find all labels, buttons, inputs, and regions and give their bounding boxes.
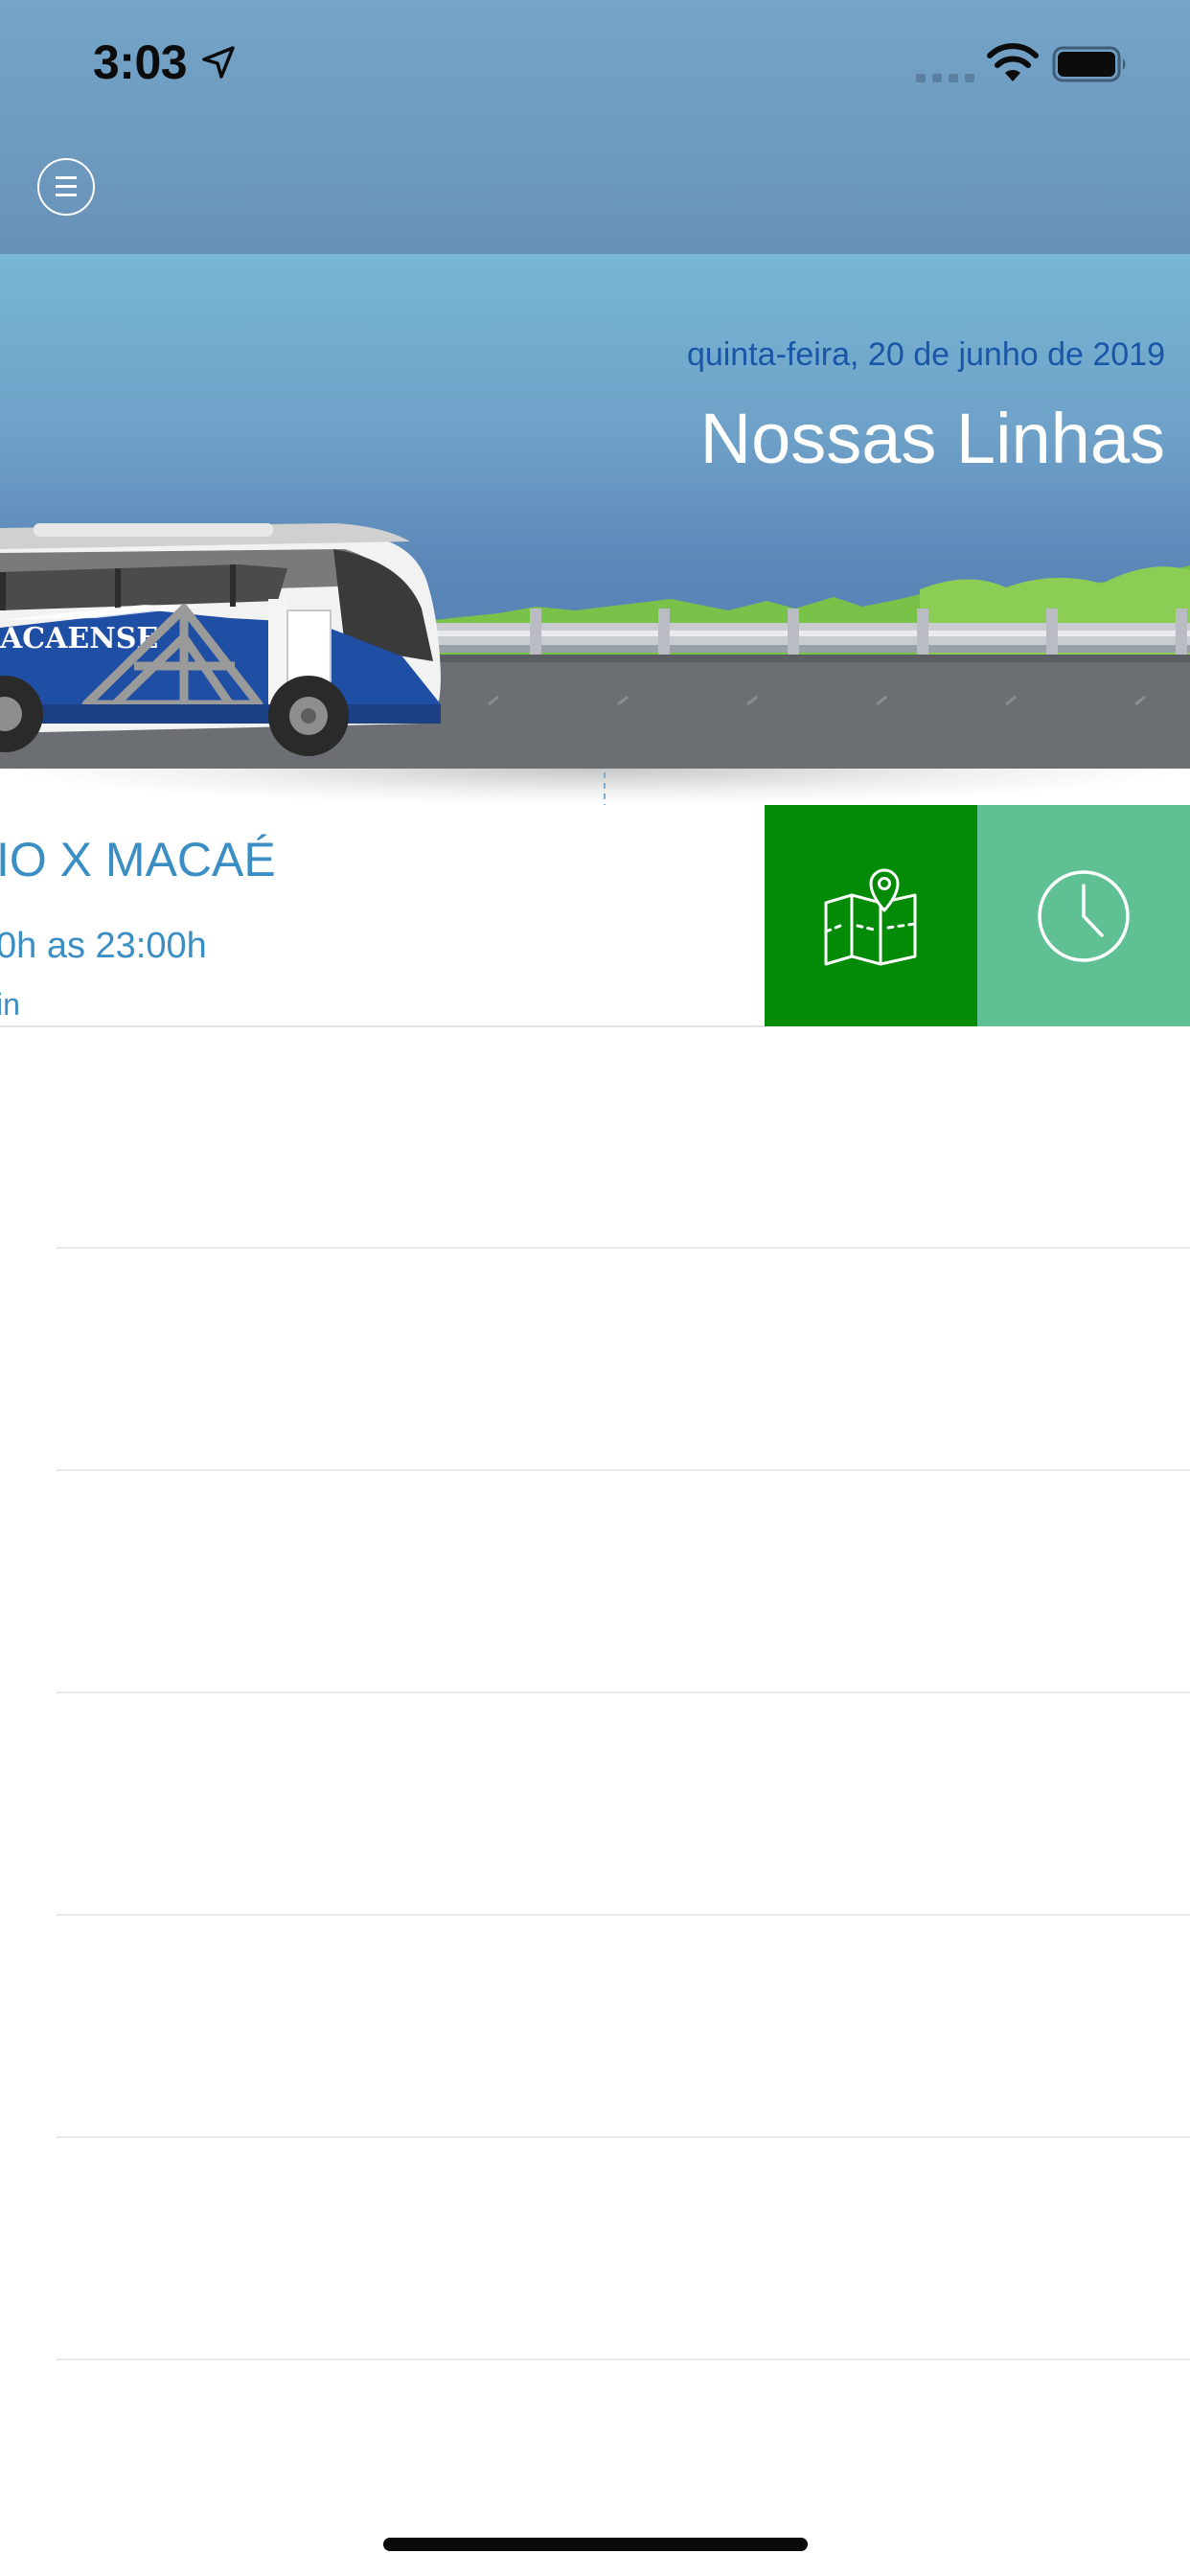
map-action-button[interactable] (765, 805, 977, 1026)
schedule-action-button[interactable] (977, 805, 1190, 1026)
bus-illustration: ACAENSE (0, 523, 441, 756)
list-item (0, 1916, 1190, 2138)
hero-banner: ACAENSE quinta-feira, 20 de junho de 201… (0, 254, 1190, 769)
wifi-icon (987, 43, 1039, 81)
list-item (0, 1026, 1190, 1249)
route-row[interactable]: IO X MACAÉ 0h as 23:00h in (0, 805, 1190, 1027)
bus-brand-text: ACAENSE (0, 622, 158, 656)
hero-date: quinta-feira, 20 de junho de 2019 (686, 336, 1165, 373)
map-pin-icon (824, 868, 917, 965)
route-hours: 0h as 23:00h (0, 926, 207, 966)
status-time: 3:03 (93, 35, 188, 89)
row-separator (57, 2358, 1190, 2360)
battery-icon (1052, 46, 1126, 82)
route-name: IO X MACAÉ (0, 833, 276, 886)
road-scene-illustration: ACAENSE (0, 523, 1190, 769)
signal-icon (916, 74, 974, 82)
divider-dash (604, 772, 606, 805)
list-item (0, 1471, 1190, 1693)
location-arrow-icon (202, 46, 235, 79)
hero-shadow (0, 769, 1190, 805)
page-title: Nossas Linhas (699, 399, 1165, 478)
list-item (0, 2139, 1190, 2360)
home-indicator (383, 2538, 808, 2551)
top-bar: 3:03 (0, 0, 1190, 254)
clock-icon (1038, 869, 1130, 962)
menu-button[interactable] (37, 158, 95, 216)
list-item (0, 1249, 1190, 1471)
list-item (0, 1693, 1190, 1916)
route-duration: in (0, 987, 20, 1022)
